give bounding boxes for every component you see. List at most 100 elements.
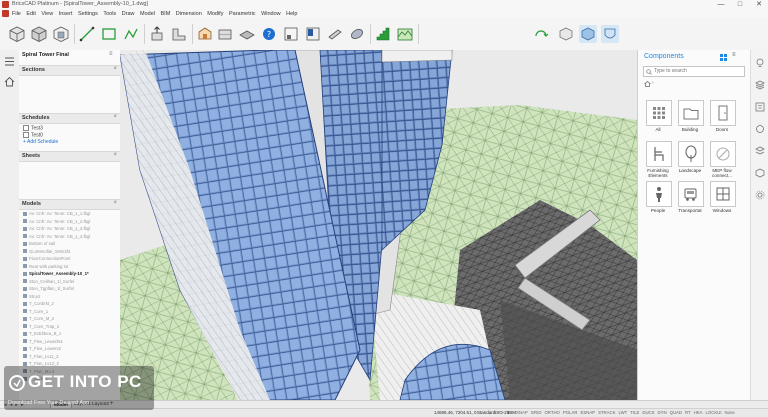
model-item[interactable]: Ston_Ceilhan_1l_Surfel	[23, 279, 74, 284]
menu-bim[interactable]: BIM	[161, 11, 171, 17]
model-item[interactable]: SpiralTower_Assembly-10_1*	[23, 271, 89, 276]
hamburger-icon[interactable]	[4, 56, 15, 67]
layers-icon[interactable]	[755, 80, 765, 90]
model-item[interactable]: T_Extrbbeu_B_1	[23, 331, 61, 336]
component-tile-building[interactable]	[678, 100, 704, 126]
status-mode-toggle[interactable]: DUCS	[642, 410, 654, 415]
profile-icon[interactable]	[348, 25, 366, 43]
model-item[interactable]: T_Flee_LeweriN1	[23, 339, 63, 344]
menu-edit[interactable]: Edit	[26, 11, 35, 17]
breadcrumb-home-icon[interactable]	[644, 81, 651, 87]
menu-tools[interactable]: Tools	[103, 11, 116, 17]
menu-draw[interactable]: Draw	[122, 11, 135, 17]
component-tile-doors[interactable]	[710, 100, 736, 126]
status-mode-toggle[interactable]: None	[725, 410, 735, 415]
app-menu-icon[interactable]	[2, 10, 9, 17]
menu-help[interactable]: Help	[286, 11, 297, 17]
solid-box-icon[interactable]	[30, 25, 48, 43]
model-item[interactable]: T_Flan_Lv11_2	[23, 354, 59, 359]
menu-insert[interactable]: Insert	[59, 11, 73, 17]
status-mode-toggle[interactable]: STRACK	[598, 410, 615, 415]
lightbulb-icon[interactable]	[755, 58, 765, 68]
model-item[interactable]: T_Core_1	[23, 309, 48, 314]
3d-viewport[interactable]	[120, 50, 637, 400]
shaded-view-icon[interactable]	[579, 25, 597, 43]
polyline-icon[interactable]	[122, 25, 140, 43]
model-item[interactable]: Av: Cnfr: Av: Tenm: CB_1_2.fbgl	[23, 219, 90, 224]
panel-menu-icon[interactable]: ≡	[109, 51, 113, 57]
model-item[interactable]: Rear with parking lot	[23, 264, 68, 269]
models-header[interactable]: Models ×	[19, 199, 120, 210]
properties-icon[interactable]	[755, 102, 765, 112]
model-item[interactable]: T_Core_M_2	[23, 316, 54, 321]
push-pull-icon[interactable]	[148, 25, 166, 43]
status-mode-toggle[interactable]: LWT	[619, 410, 628, 415]
menu-model[interactable]: Model	[140, 11, 155, 17]
component-tile-windows[interactable]	[710, 181, 736, 207]
component-tile-people[interactable]	[646, 181, 672, 207]
component-cube-icon[interactable]	[755, 168, 765, 178]
line-icon[interactable]	[78, 25, 96, 43]
status-mode-toggle[interactable]: GRID	[531, 410, 542, 415]
schedule-item[interactable]: Test3	[23, 125, 43, 131]
model-item[interactable]: T_Core_Trap_2	[23, 324, 59, 329]
component-tile-all[interactable]	[646, 100, 672, 126]
menu-modify[interactable]: Modify	[207, 11, 223, 17]
refresh-cloud-icon[interactable]	[532, 25, 550, 43]
search-input[interactable]	[654, 67, 740, 75]
schedule-item[interactable]: Test0	[23, 132, 43, 138]
model-item[interactable]: Av: Cnfr: Av: Tenm: CB_1_1.fbgl	[23, 211, 90, 216]
model-item[interactable]: T_Conbrkt_2	[23, 301, 54, 306]
grid-view-icon[interactable]	[720, 54, 727, 61]
menu-file[interactable]: File	[12, 11, 21, 17]
sections-header[interactable]: Sections ×	[19, 65, 120, 76]
text-style[interactable]: Standard	[477, 410, 495, 415]
status-mode-toggle[interactable]: POLAR	[563, 410, 578, 415]
terrain-icon[interactable]	[396, 25, 414, 43]
maximize-button[interactable]: □	[731, 0, 749, 9]
component-tile-transportation[interactable]	[678, 181, 704, 207]
rectangle-icon[interactable]	[100, 25, 118, 43]
component-tile-furnishing[interactable]	[646, 141, 672, 167]
status-mode-toggle[interactable]: RT	[685, 410, 691, 415]
stair-icon[interactable]	[374, 25, 392, 43]
menu-parametric[interactable]: Parametric	[229, 11, 256, 17]
component-tile-mep[interactable]	[710, 141, 736, 167]
workspace[interactable]: BIM	[508, 410, 516, 415]
column-icon[interactable]	[304, 25, 322, 43]
model-item[interactable]: Struct	[23, 294, 40, 299]
status-mode-toggle[interactable]: LOCKUI	[706, 410, 722, 415]
schedules-header[interactable]: Schedules ×	[19, 113, 120, 124]
model-item[interactable]: Av: Cnfr: Av: Tenm: CB_1_3.fbgl	[23, 226, 90, 231]
beam-icon[interactable]	[326, 25, 344, 43]
stack-icon[interactable]	[755, 146, 765, 156]
status-mode-toggle[interactable]: DYN	[658, 410, 667, 415]
structure-icon[interactable]	[755, 124, 765, 134]
menu-settings[interactable]: Settings	[78, 11, 98, 17]
status-mode-toggle[interactable]: ESNAP	[580, 410, 595, 415]
close-button[interactable]: ✕	[750, 0, 768, 9]
modeled-view-icon[interactable]	[601, 25, 619, 43]
status-mode-toggle[interactable]: HKA	[694, 410, 703, 415]
home-icon[interactable]	[4, 76, 15, 87]
search-box[interactable]	[643, 66, 745, 77]
info-circle-icon[interactable]: ?	[260, 25, 278, 43]
model-item[interactable]: T_Flee_Lowerv2	[23, 346, 61, 351]
add-schedule-link[interactable]: + Add Schedule	[23, 139, 58, 145]
model-item[interactable]: GLoMmofite_1Mm2f4	[23, 249, 70, 254]
menu-dimension[interactable]: Dimension	[176, 11, 202, 17]
model-item[interactable]: Ston_Tgpflan_1l_Surfel	[23, 286, 74, 291]
bim-classify-icon[interactable]	[196, 25, 214, 43]
settings-icon[interactable]	[755, 190, 765, 200]
view-box-icon[interactable]	[282, 25, 300, 43]
status-mode-toggle[interactable]: QUAD	[670, 410, 682, 415]
model-item[interactable]: Av: Cnfr: Av: Tenm: CB_1_4.fbgl	[23, 234, 90, 239]
box-variant-icon[interactable]	[52, 25, 70, 43]
component-tile-landscape[interactable]	[678, 141, 704, 167]
status-mode-toggle[interactable]: ORTHO	[544, 410, 559, 415]
sheets-header[interactable]: Sheets ×	[19, 151, 120, 162]
extrude-icon[interactable]	[170, 25, 188, 43]
menu-window[interactable]: Window	[261, 11, 281, 17]
cube-icon[interactable]	[8, 25, 26, 43]
status-mode-toggle[interactable]: TILE	[630, 410, 639, 415]
